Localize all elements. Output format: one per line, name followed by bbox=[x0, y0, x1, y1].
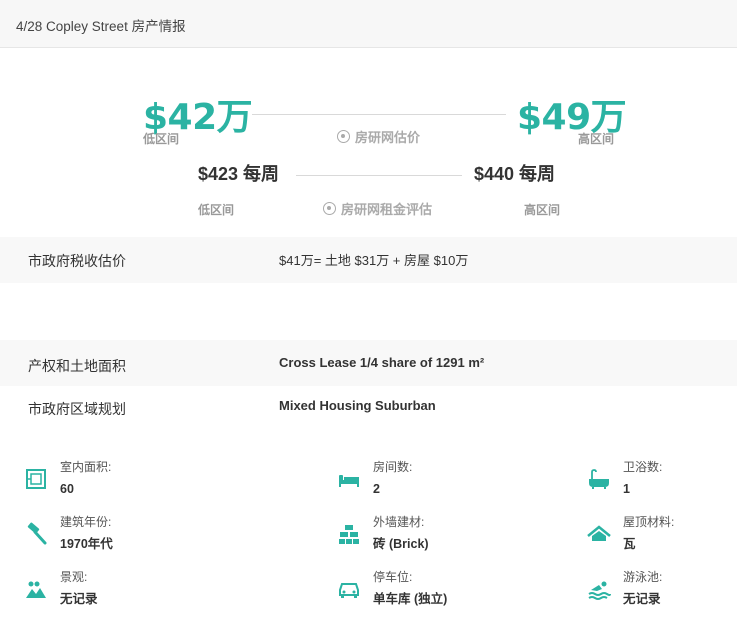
feature-value: 2 bbox=[373, 482, 380, 496]
feature-value: 1970年代 bbox=[60, 537, 113, 551]
feature-label: 建筑年份: bbox=[60, 515, 112, 529]
rent-high-price: $440 每周 bbox=[474, 164, 556, 184]
title-land-area-label: 产权和土地面积 bbox=[28, 358, 126, 374]
feature-roof-material: 屋顶材料: 瓦 bbox=[587, 514, 674, 552]
valuation-brand: 房研网估价 bbox=[337, 127, 420, 146]
brand-logo-icon bbox=[337, 130, 350, 143]
feature-exterior-material: 外墙建材: 砖 (Brick) bbox=[337, 514, 429, 552]
rent-brand: 房研网租金评估 bbox=[323, 199, 432, 218]
landscape-icon bbox=[24, 577, 48, 601]
feature-label: 卫浴数: bbox=[623, 460, 663, 474]
zoning-value: Mixed Housing Suburban bbox=[279, 398, 436, 413]
feature-floor-area: 室内面积: 60 bbox=[24, 459, 111, 497]
rent-low-price: $423 每周 bbox=[198, 164, 280, 184]
feature-value: 单车库 (独立) bbox=[373, 592, 448, 606]
feature-value: 60 bbox=[60, 482, 74, 496]
car-icon bbox=[337, 577, 361, 601]
feature-value: 无记录 bbox=[60, 592, 98, 606]
tax-valuation-value: $41万= 土地 $31万 + 房屋 $10万 bbox=[279, 253, 469, 268]
rent-high-label: 高区间 bbox=[524, 203, 561, 217]
valuation-low-label: 低区间 bbox=[143, 132, 180, 146]
feature-label: 游泳池: bbox=[623, 570, 663, 584]
bricks-icon bbox=[337, 522, 361, 546]
rent-divider bbox=[296, 175, 462, 176]
feature-build-year: 建筑年份: 1970年代 bbox=[24, 514, 113, 552]
feature-bathrooms: 卫浴数: 1 bbox=[587, 459, 662, 497]
brand-logo-icon bbox=[323, 202, 336, 215]
feature-value: 1 bbox=[623, 482, 630, 496]
bed-icon bbox=[337, 467, 361, 491]
feature-label: 房间数: bbox=[373, 460, 413, 474]
valuation-divider bbox=[252, 114, 506, 115]
title-land-area-value: Cross Lease 1/4 share of 1291 m² bbox=[279, 355, 485, 370]
zoning-label: 市政府区域规划 bbox=[28, 401, 126, 417]
feature-label: 屋顶材料: bbox=[623, 515, 675, 529]
feature-rooms: 房间数: 2 bbox=[337, 459, 412, 497]
feature-value: 砖 (Brick) bbox=[373, 537, 429, 551]
feature-label: 室内面积: bbox=[60, 460, 112, 474]
feature-view: 景观: 无记录 bbox=[24, 569, 98, 607]
page-title: 4/28 Copley Street 房产情报 bbox=[16, 19, 186, 34]
swimmer-icon bbox=[587, 577, 611, 601]
feature-value: 无记录 bbox=[623, 592, 661, 606]
feature-label: 景观: bbox=[60, 570, 88, 584]
floor-area-icon bbox=[24, 467, 48, 491]
feature-label: 外墙建材: bbox=[373, 515, 425, 529]
roof-icon bbox=[587, 522, 611, 546]
feature-value: 瓦 bbox=[623, 537, 636, 551]
valuation-brand-label: 房研网估价 bbox=[355, 130, 421, 145]
feature-pool: 游泳池: 无记录 bbox=[587, 569, 662, 607]
page-header: 4/28 Copley Street 房产情报 bbox=[0, 0, 737, 48]
tax-valuation-label: 市政府税收估价 bbox=[28, 253, 126, 269]
bathtub-icon bbox=[587, 467, 611, 491]
rent-low-label: 低区间 bbox=[198, 203, 235, 217]
hammer-icon bbox=[24, 522, 48, 546]
valuation-high-label: 高区间 bbox=[578, 132, 615, 146]
feature-label: 停车位: bbox=[373, 570, 413, 584]
rent-brand-label: 房研网租金评估 bbox=[341, 202, 433, 217]
feature-parking: 停车位: 单车库 (独立) bbox=[337, 569, 447, 607]
